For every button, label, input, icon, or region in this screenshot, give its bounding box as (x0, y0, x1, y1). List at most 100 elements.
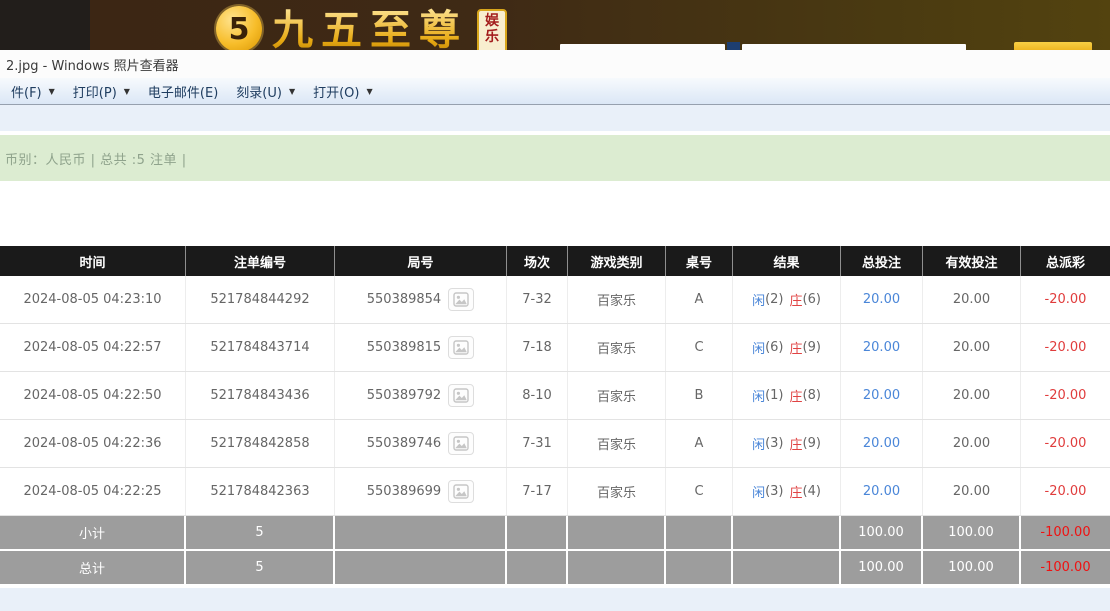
player-points: (3) (765, 484, 784, 499)
empty-cell (568, 516, 666, 549)
total-row: 总计 5 100.00 100.00 -100.00 (0, 551, 1110, 584)
cell-valid-bet: 20.00 (923, 324, 1021, 371)
result-image-thumbnail[interactable] (448, 336, 475, 359)
empty-cell (666, 551, 733, 584)
cell-table-no: B (666, 372, 733, 419)
subtotal-row: 小计 5 100.00 100.00 -100.00 (0, 516, 1110, 549)
broken-image-icon (453, 340, 469, 355)
entertainment-badge: 娱 乐 (477, 9, 507, 55)
chevron-down-icon[interactable]: ▼ (124, 87, 130, 96)
banker-points: (9) (802, 436, 821, 451)
table-row: 2024-08-05 04:22:25 521784842363 5503896… (0, 468, 1110, 516)
cell-time: 2024-08-05 04:22:50 (0, 372, 186, 419)
cell-bet-id: 521784843714 (186, 324, 335, 371)
total-valid-bet: 100.00 (923, 551, 1021, 584)
result-image-thumbnail[interactable] (448, 288, 475, 311)
cell-result: 闲 (1) 庄 (8) (733, 372, 841, 419)
table-row: 2024-08-05 04:22:50 521784843436 5503897… (0, 372, 1110, 420)
header-cell: 注单编号 (186, 246, 335, 276)
broken-image-icon (453, 484, 469, 499)
player-label: 闲 (752, 438, 766, 453)
player-label: 闲 (752, 486, 766, 501)
chevron-down-icon[interactable]: ▼ (49, 87, 55, 96)
result-image-thumbnail[interactable] (448, 384, 475, 407)
badge-char-top: 娱 (485, 13, 499, 29)
cell-table-no: C (666, 468, 733, 515)
player-points: (3) (765, 436, 784, 451)
badge-char-bottom: 乐 (485, 29, 499, 45)
cell-game-type: 百家乐 (568, 276, 666, 323)
total-total-bet: 100.00 (841, 551, 923, 584)
cell-time: 2024-08-05 04:23:10 (0, 276, 186, 323)
header-cell: 总派彩 (1045, 255, 1085, 271)
cell-round: 550389699 (335, 468, 507, 515)
menu-email-label: 电子邮件(E) (147, 85, 219, 101)
menu-email[interactable]: 电子邮件(E) (139, 78, 227, 104)
header-cell: 总投注 (841, 246, 923, 276)
subtotal-total-bet: 100.00 (841, 516, 923, 549)
table-row: 2024-08-05 04:23:10 521784844292 5503898… (0, 276, 1110, 324)
cell-game-type: 百家乐 (568, 372, 666, 419)
menu-burn[interactable]: 刻录(U) ▼ (227, 78, 304, 104)
player-points: (2) (765, 292, 784, 307)
empty-cell (335, 516, 507, 549)
cell-round: 550389815 (335, 324, 507, 371)
cell-table-no: A (666, 276, 733, 323)
player-label: 闲 (752, 390, 766, 405)
chevron-down-icon[interactable]: ▼ (367, 87, 373, 96)
banker-label: 庄 (789, 438, 803, 453)
round-id: 550389792 (366, 388, 442, 403)
table-header-row: 时间 注单编号 局号 场次 游戏类别 桌号 结果 总投注 有效投注 总派彩 (0, 246, 1110, 276)
chevron-down-icon[interactable]: ▼ (289, 87, 295, 96)
total-payout: -100.00 (1040, 560, 1091, 575)
menu-file[interactable]: 件(F) ▼ (2, 78, 64, 104)
header-cell: 游戏类别 (568, 246, 666, 276)
round-id: 550389815 (366, 340, 442, 355)
empty-cell (733, 551, 841, 584)
banker-points: (8) (802, 388, 821, 403)
result-image-thumbnail[interactable] (448, 432, 475, 455)
table-row: 2024-08-05 04:22:36 521784842858 5503897… (0, 420, 1110, 468)
empty-cell (568, 551, 666, 584)
displayed-photo: 币别：人民币 | 总共 :5 注单 | 时间 注单编号 局号 场次 游戏类别 桌号 结果 总投… (0, 131, 1110, 588)
cell-total-bet: 20.00 (841, 276, 923, 323)
banker-points: (9) (802, 340, 821, 355)
subtotal-label: 小计 (0, 516, 186, 549)
cell-valid-bet: 20.00 (923, 468, 1021, 515)
player-points: (6) (765, 340, 784, 355)
cell-session: 7-32 (507, 276, 568, 323)
cell-result: 闲 (3) 庄 (9) (733, 420, 841, 467)
cell-time: 2024-08-05 04:22:57 (0, 324, 186, 371)
player-label: 闲 (752, 342, 766, 357)
menu-open[interactable]: 打开(O) ▼ (304, 78, 382, 104)
menu-print[interactable]: 打印(P) ▼ (64, 78, 139, 104)
menu-open-label: 打开(O) (313, 85, 360, 101)
table-body: 2024-08-05 04:23:10 521784844292 5503898… (0, 276, 1110, 516)
bet-records-table: 时间 注单编号 局号 场次 游戏类别 桌号 结果 总投注 有效投注 总派彩 2024-08-05 … (0, 246, 1110, 584)
broken-image-icon (453, 388, 469, 403)
cell-payout: -20.00 (1044, 388, 1087, 403)
cell-payout: -20.00 (1044, 436, 1087, 451)
window-titlebar: 2.jpg - Windows 照片查看器 (0, 50, 1110, 78)
cell-total-bet: 20.00 (841, 372, 923, 419)
window-title: 2.jpg - Windows 照片查看器 (6, 58, 179, 74)
menu-file-label: 件(F) (11, 85, 42, 101)
result-image-thumbnail[interactable] (448, 480, 475, 503)
cell-result: 闲 (2) 庄 (6) (733, 276, 841, 323)
cell-time: 2024-08-05 04:22:25 (0, 468, 186, 515)
round-id: 550389699 (366, 484, 442, 499)
banker-label: 庄 (789, 342, 803, 357)
cell-session: 7-31 (507, 420, 568, 467)
round-id: 550389854 (366, 292, 442, 307)
banker-label: 庄 (789, 390, 803, 405)
cell-round: 550389854 (335, 276, 507, 323)
header-cell: 场次 (507, 246, 568, 276)
menu-print-label: 打印(P) (72, 85, 117, 101)
total-label: 总计 (0, 551, 186, 584)
broken-image-icon (453, 292, 469, 307)
broken-image-icon (453, 436, 469, 451)
casino-brand-title: 九五至尊 (272, 6, 468, 54)
banker-label: 庄 (789, 486, 803, 501)
cell-game-type: 百家乐 (568, 468, 666, 515)
cell-bet-id: 521784844292 (186, 276, 335, 323)
